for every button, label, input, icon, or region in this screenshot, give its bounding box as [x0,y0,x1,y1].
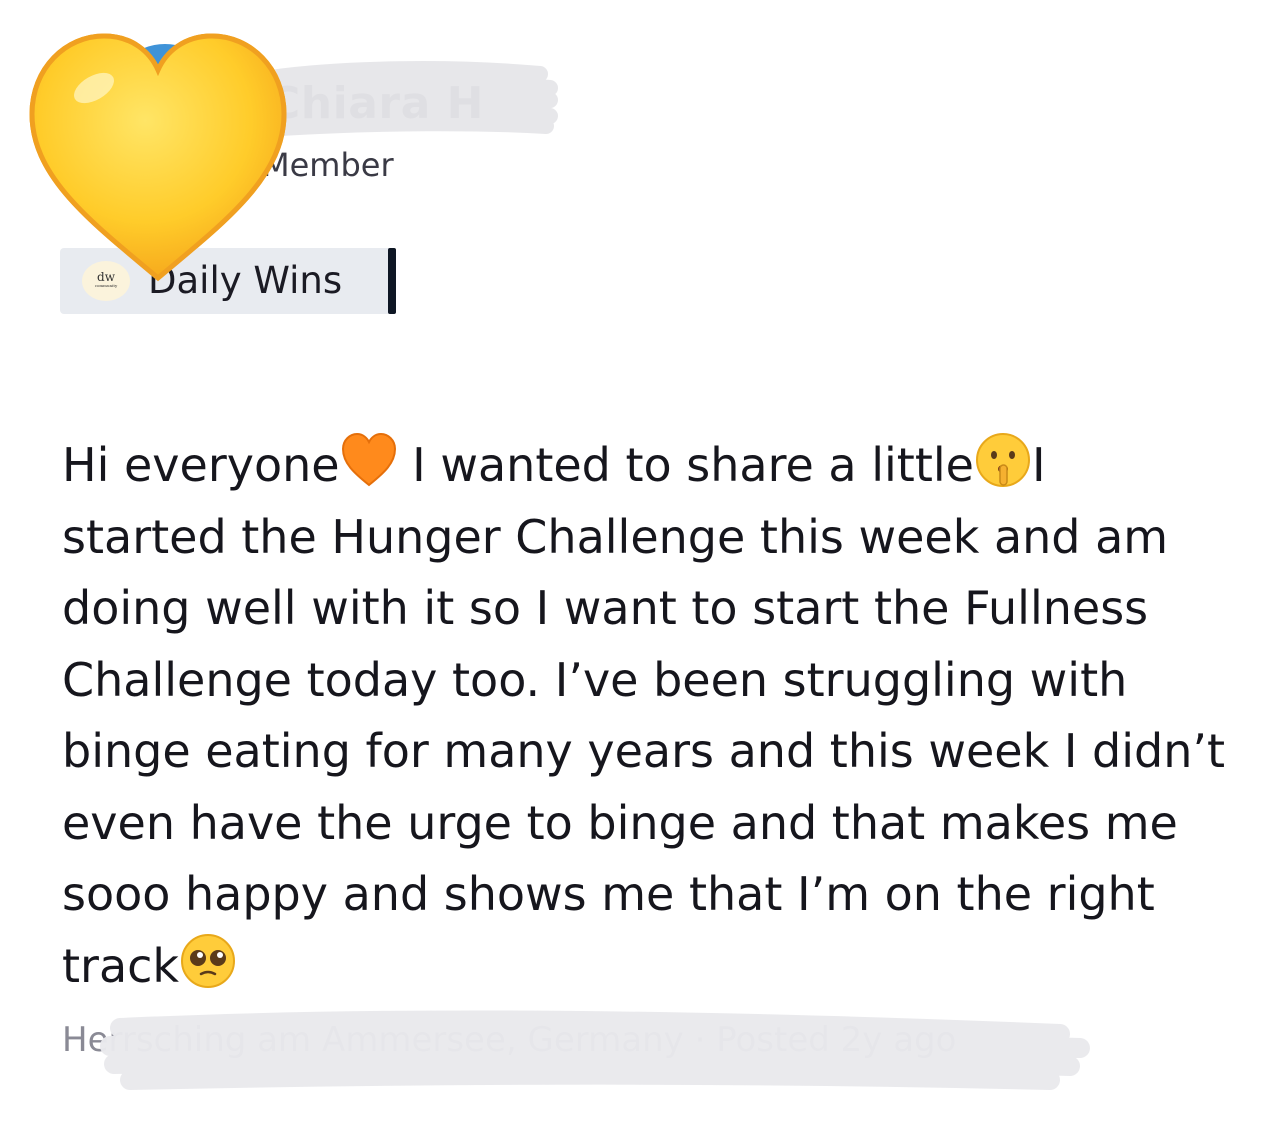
post-text-part: I wanted to share a little [397,438,974,492]
post-text-part: started the Hunger Challenge this week a… [62,509,1226,993]
post-body: Hi everyone I wanted to share a little Is… [62,430,1242,1002]
post-text-part: I [1031,438,1046,492]
space-chip-accent [388,248,396,314]
shushing-face-icon [975,433,1030,487]
post-text-part: Hi everyone [62,438,340,492]
orange-heart-icon [341,432,396,487]
pleading-face-icon [181,933,236,988]
space-name: Daily Wins [148,259,343,302]
space-logo: dw community [82,261,130,301]
redaction-scribble [252,61,558,136]
redaction-scribble [100,1010,1090,1090]
space-chip[interactable]: dw community Daily Wins [60,248,396,314]
